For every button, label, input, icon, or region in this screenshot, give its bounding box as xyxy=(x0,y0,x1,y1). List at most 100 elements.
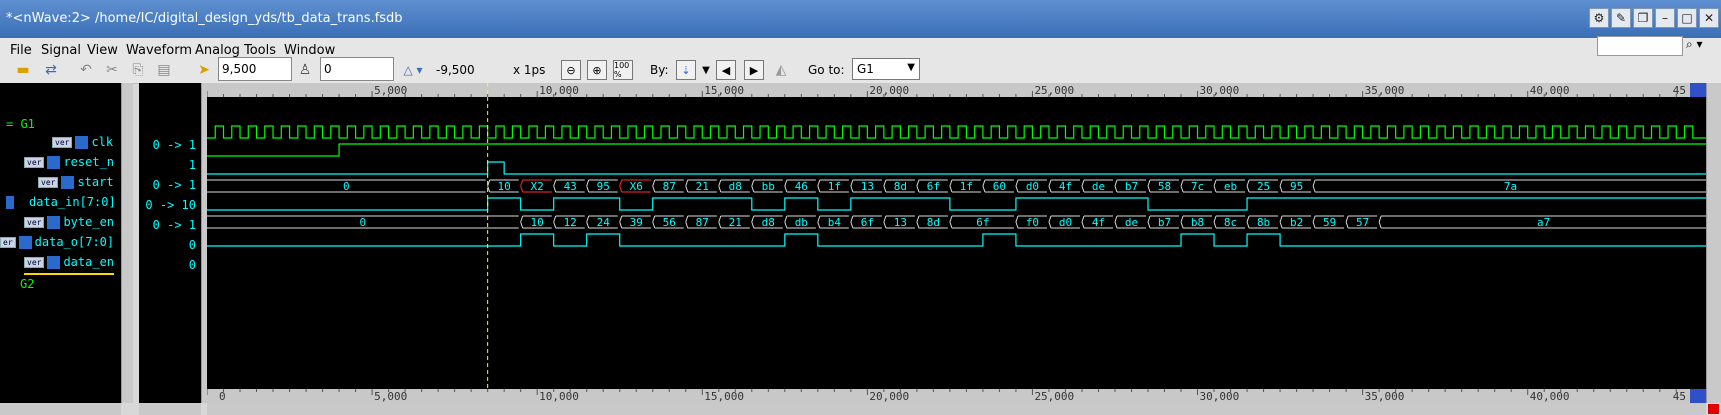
value-clk: 0 -> 1 xyxy=(152,138,196,152)
copy-icon[interactable]: ⎘ xyxy=(128,60,148,80)
data-o-bus-value: 8b xyxy=(1257,216,1270,229)
search-icon[interactable]: ⌕ ▾ xyxy=(1686,37,1718,57)
zoom-in-icon[interactable]: ⊕ xyxy=(587,60,607,80)
menu-analog[interactable]: Analog xyxy=(195,43,240,58)
waveform-panel[interactable]: 5,000 10,000 15,000 20,000 25,000 30,000 35,00… xyxy=(207,83,1706,403)
waveform-scrollbar[interactable] xyxy=(1706,83,1721,403)
signal-name: data_in[7:0] xyxy=(29,195,116,209)
bottom-ruler-label: 5,000 xyxy=(374,390,407,403)
window-title: *<nWave:2> /home/IC/digital_design_yds/t… xyxy=(6,11,403,26)
data-in-bus-value: 4f xyxy=(1059,180,1072,193)
marker-time-field[interactable]: 0 xyxy=(320,57,394,81)
delta-icon[interactable]: △ ▾ xyxy=(401,60,425,80)
ver-badge: er xyxy=(0,237,16,248)
minimize-icon[interactable]: – xyxy=(1655,8,1675,28)
signal-name: data_en xyxy=(63,255,115,269)
maximize-icon[interactable]: □ xyxy=(1677,8,1697,28)
by-label: By: xyxy=(650,63,669,77)
marker-icon[interactable]: ♙ xyxy=(296,60,314,80)
waveform-hscroll[interactable] xyxy=(207,403,1706,415)
signal-byte-en[interactable]: ver byte_en xyxy=(24,215,114,233)
name-panel-scrollbar[interactable] xyxy=(121,83,133,403)
bottom-ruler-tail-label: 45 xyxy=(1673,390,1686,403)
signal-clk[interactable]: ver clk xyxy=(52,135,113,153)
bookmark-icon[interactable]: ◭ xyxy=(772,60,790,80)
bottom-ruler-label: 30,000 xyxy=(1200,390,1240,403)
signal-data-o[interactable]: er data_o[7:0] xyxy=(0,235,114,253)
menu-tools[interactable]: Tools xyxy=(244,43,276,58)
window-buttons: ⚙ ✎ ❐ – □ ✕ xyxy=(1589,8,1719,28)
signal-data-en[interactable]: ver data_en xyxy=(24,255,115,275)
open-folder-icon[interactable]: ▬ xyxy=(12,60,34,80)
time-unit[interactable]: x 1ps xyxy=(513,63,545,77)
restore-icon[interactable]: ❐ xyxy=(1633,8,1653,28)
top-ruler-label: 30,000 xyxy=(1200,84,1240,97)
data-in-bus-value: 0 xyxy=(343,180,350,193)
data-in-bus-value: b7 xyxy=(1125,180,1138,193)
signal-name: start xyxy=(77,175,114,189)
search-backward-icon[interactable]: ◀ xyxy=(716,60,736,80)
bottom-ruler-scroll-thumb xyxy=(1690,389,1706,403)
value-data-en: 0 xyxy=(188,258,196,272)
group-g1[interactable]: = G1 xyxy=(6,117,35,131)
data-o-bus-value: 4f xyxy=(1092,216,1105,229)
data-in-bus-value: 60 xyxy=(993,180,1006,193)
signal-icon xyxy=(18,236,32,249)
data-o-bus-value: b4 xyxy=(828,216,842,229)
signal-data-in[interactable]: data_in[7:0] xyxy=(6,195,116,213)
menu-waveform[interactable]: Waveform xyxy=(126,43,192,58)
goto-select[interactable]: G1 ▼ xyxy=(852,58,920,80)
data-o-bus-value: 21 xyxy=(729,216,742,229)
search-forward-icon[interactable]: ▶ xyxy=(744,60,764,80)
signal-name: reset_n xyxy=(63,155,115,169)
cut-icon[interactable]: ✂ xyxy=(102,60,122,80)
paste-icon[interactable]: ▤ xyxy=(154,60,174,80)
value-hscroll[interactable] xyxy=(139,403,201,415)
menu-window[interactable]: Window xyxy=(284,43,335,58)
zoom-fit-icon[interactable]: 100 % xyxy=(613,60,633,80)
signal-value-panel: 0 -> 1 1 0 -> 1 0 -> 10 0 -> 1 0 0 xyxy=(139,83,201,403)
ver-badge: ver xyxy=(38,177,59,188)
goto-selected-value: G1 xyxy=(857,62,874,76)
data-o-bus-value: 6f xyxy=(861,216,874,229)
data-in-bus-value: 7a xyxy=(1504,180,1517,193)
data-in-bus-value: 43 xyxy=(564,180,577,193)
zoom-out-icon[interactable]: ⊖ xyxy=(561,60,581,80)
ver-badge: ver xyxy=(24,257,45,268)
menu-view[interactable]: View xyxy=(87,43,118,58)
data-o-bus-value: b7 xyxy=(1158,216,1171,229)
data-o-bus-value: 87 xyxy=(696,216,709,229)
data-in-bus-value: bb xyxy=(762,180,775,193)
menu-file[interactable]: File xyxy=(10,43,32,58)
data-in-bus-value: de xyxy=(1092,180,1105,193)
name-hscroll[interactable] xyxy=(0,403,121,415)
chevron-down-icon: ▼ xyxy=(907,62,915,73)
signal-name-panel: = G1 ver clk ver reset_n ver start data_in[… xyxy=(0,83,121,403)
cursor-time-field[interactable]: 9,500 xyxy=(218,57,292,81)
top-ruler-label: 20,000 xyxy=(869,84,909,97)
data-o-bus-value: 59 xyxy=(1323,216,1336,229)
undo-icon[interactable]: ↶ xyxy=(76,60,96,80)
search-by-dropdown-icon[interactable]: ▼ xyxy=(700,60,712,80)
pin-icon[interactable]: ✎ xyxy=(1611,8,1631,28)
menu-signal[interactable]: Signal xyxy=(41,43,81,58)
gear-icon[interactable]: ⚙ xyxy=(1589,8,1609,28)
data-in-bus-value: d8 xyxy=(729,180,742,193)
menu-search-input[interactable] xyxy=(1597,36,1683,56)
signal-reset-n[interactable]: ver reset_n xyxy=(24,155,114,173)
reload-icon[interactable]: ⇄ xyxy=(40,60,62,80)
bottom-ruler-start-label: 0 xyxy=(219,390,226,403)
close-icon[interactable]: ✕ xyxy=(1699,8,1719,28)
signal-icon xyxy=(47,256,61,269)
search-by-icon[interactable]: ⇣ xyxy=(676,60,696,80)
top-ruler-label: 25,000 xyxy=(1034,84,1074,97)
value-data-in: 0 -> 10 xyxy=(145,198,196,212)
bottom-ruler-label: 15,000 xyxy=(704,390,744,403)
data-o-bus-value: d0 xyxy=(1059,216,1072,229)
signal-icon xyxy=(6,196,14,209)
value-reset-n: 1 xyxy=(188,158,196,172)
group-g2[interactable]: G2 xyxy=(20,277,34,291)
signal-start[interactable]: ver start xyxy=(38,175,114,193)
cursor-icon[interactable]: ➤ xyxy=(196,60,212,80)
data-o-bus-value: db xyxy=(795,216,808,229)
